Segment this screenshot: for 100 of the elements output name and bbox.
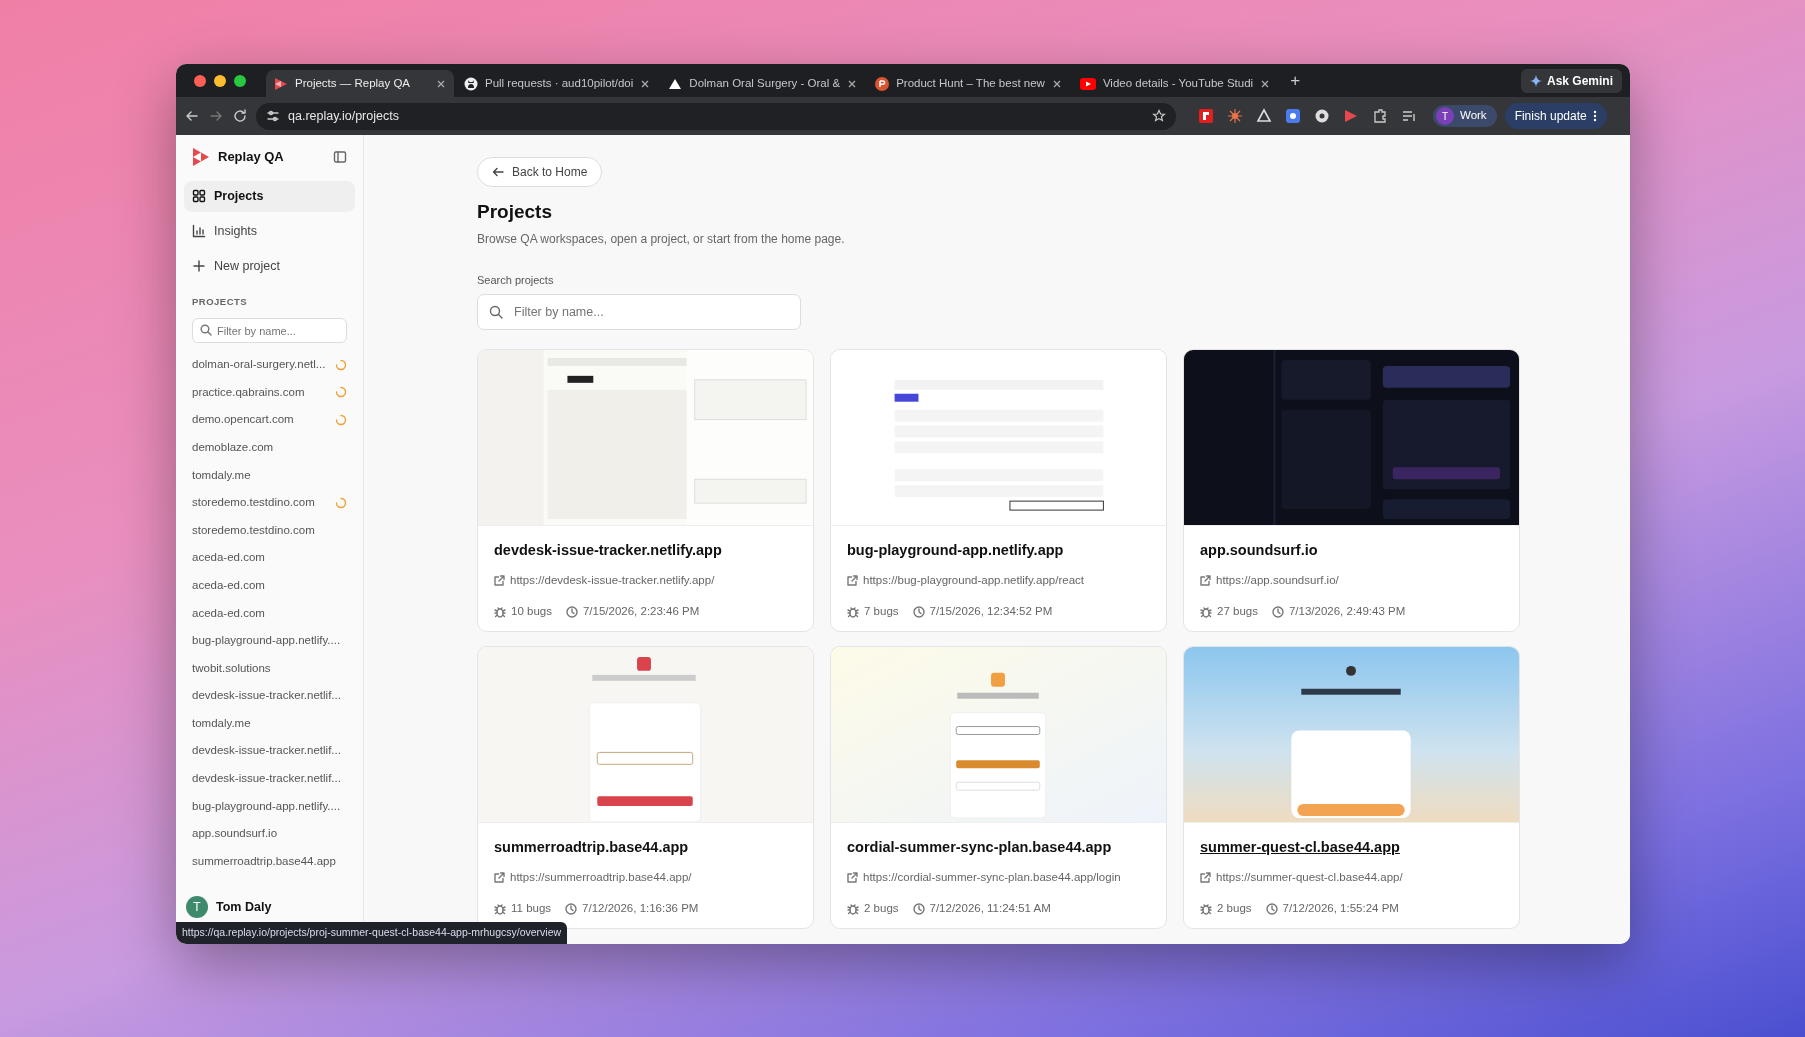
project-link[interactable]: devdesk-issue-tracker.netlif... [184,737,355,765]
project-link[interactable]: storedemo.testdino.com [184,488,355,517]
timestamp: 7/13/2026, 2:49:43 PM [1288,604,1406,620]
project-link[interactable]: aceda-ed.com [184,599,355,627]
p-circle-icon [875,76,890,91]
close-icon[interactable] [847,78,858,89]
project-url: https://devdesk-issue-tracker.netlify.app/ [510,573,715,589]
project-name[interactable]: app.soundsurf.io [1200,540,1503,563]
play-logo-icon [274,76,288,91]
nav-item[interactable]: Projects [184,181,355,212]
back-button[interactable]: Back to Home [477,157,603,187]
project-card[interactable]: app.soundsurf.io https://app.soundsurf.io/ 27 bugs 7/13/2026, 2:49:43 PM [1183,349,1520,633]
project-name[interactable]: devdesk-issue-tracker.netlify.app [494,540,797,563]
project-url: https://app.soundsurf.io/ [1216,573,1339,589]
project-link[interactable]: aceda-ed.com [184,571,355,600]
project-link[interactable]: tomdaly.me [184,709,355,738]
close-icon[interactable] [1260,78,1271,89]
square-icon[interactable] [1198,108,1214,124]
plus-icon [192,258,206,273]
browser-tab[interactable]: Pull requests · aud10pilot/doi [456,70,659,97]
project-link[interactable]: practice.qabrains.com [184,378,355,407]
new-tab-button[interactable]: + [1280,67,1311,94]
project-link[interactable]: dolman-oral-surgery.netl... [184,351,355,379]
search-field[interactable]: Filter by name... [477,294,801,331]
filter-field[interactable]: Filter by name... [192,318,347,343]
play-icon[interactable] [1343,108,1359,124]
project-name[interactable]: cordial-summer-sync-plan.base44.app [847,837,1150,860]
project-link[interactable]: demo.opencart.com [184,406,355,434]
bar-chart-icon [192,224,206,239]
circle-icon[interactable] [1314,108,1330,124]
timestamp: 7/12/2026, 1:55:24 PM [1282,901,1399,917]
minimize-button[interactable] [214,74,226,87]
search-icon [489,305,503,320]
project-link[interactable]: summerroadtrip.base44.app [184,847,355,876]
reload-icon[interactable] [232,108,248,124]
project-link[interactable]: storedemo.testdino.com [184,516,355,545]
project-link[interactable]: aceda-ed.com [184,544,355,572]
browser-tab[interactable]: Projects — Replay QA [266,70,454,97]
browser-tab[interactable]: Dolman Oral Surgery - Oral & [660,70,866,97]
update-button[interactable]: Finish update [1504,103,1607,129]
triangle-icon[interactable] [1256,108,1272,124]
external-link-icon [1200,575,1211,587]
close-icon[interactable] [436,78,446,89]
clock-icon [565,605,578,618]
grid-icon [192,189,206,204]
square-icon[interactable] [1285,108,1301,124]
gemini-button[interactable]: Ask Gemini [1520,68,1622,93]
close-icon[interactable] [640,78,651,89]
project-link[interactable]: tomdaly.me [184,461,355,489]
clock-icon [1265,902,1278,915]
browser-tab[interactable]: Product Hunt – The best new [867,70,1070,97]
project-card[interactable]: bug-playground-app.netlify.app https://bug-playground-app.netlify.app/react 7 bugs 7/15/2026, 12:34:52 PM [830,349,1167,633]
bug-icon [1200,605,1212,618]
puzzle-icon[interactable] [1372,108,1388,124]
project-name[interactable]: summerroadtrip.base44.app [494,837,797,860]
brand-name: Replay QA [218,148,284,167]
external-link-icon [494,575,505,587]
project-link[interactable]: app.soundsurf.io [184,820,355,848]
external-link-icon [1200,872,1211,884]
browser-tab[interactable]: Video details - YouTube Studi [1071,70,1279,97]
page-title: Projects [477,201,553,224]
address-bar[interactable]: qa.replay.io/projects [256,102,1176,130]
project-link[interactable]: twobit.solutions [184,654,355,683]
kebab-icon [1592,110,1597,122]
bug-count: 10 bugs [511,604,552,620]
bug-count: 2 bugs [864,901,899,917]
project-url: https://bug-playground-app.netlify.app/react [863,573,1084,589]
nav-item[interactable]: New project [184,250,355,282]
profile-button[interactable]: T Work [1433,105,1497,127]
project-name[interactable]: bug-playground-app.netlify.app [847,540,1150,563]
bug-icon [494,902,506,915]
site-settings-icon[interactable] [266,109,280,123]
project-link[interactable]: bug-playground-app.netlify.... [184,792,355,821]
bug-icon [847,605,859,618]
project-card[interactable]: devdesk-issue-tracker.netlify.app https://devdesk-issue-tracker.netlify.app/ 10 bugs 7/15/2026, 2:23:46 PM [477,349,814,633]
bug-count: 7 bugs [864,604,899,620]
user-avatar[interactable]: T [186,896,208,918]
project-card[interactable]: summer-quest-cl.base44.app https://summer-quest-cl.base44.app/ 2 bugs 7/12/2026, 1:55:24 PM [1183,646,1520,930]
bug-count: 2 bugs [1217,901,1252,917]
clock-icon [1271,605,1284,618]
project-link[interactable]: demoblaze.com [184,433,355,462]
sun-icon[interactable] [1227,108,1243,124]
project-card[interactable]: cordial-summer-sync-plan.base44.app https://cordial-summer-sync-plan.base44.app/login 2 bugs 7/12/2026, 11:24:51 AM [830,646,1167,930]
nav-item[interactable]: Insights [184,215,355,247]
bug-icon [494,605,506,618]
project-url: https://summerroadtrip.base44.app/ [510,870,692,886]
project-link[interactable]: devdesk-issue-tracker.netlif... [184,682,355,710]
close-window-button[interactable] [194,74,206,87]
timestamp: 7/12/2026, 1:16:36 PM [582,901,699,917]
zoom-button[interactable] [234,74,246,87]
project-link[interactable]: bug-playground-app.netlify.... [184,626,355,655]
project-name[interactable]: summer-quest-cl.base44.app [1200,837,1503,860]
project-link[interactable]: devdesk-issue-tracker.netlif... [184,764,355,793]
close-icon[interactable] [1051,78,1062,89]
clock-icon [912,605,925,618]
sparkle-icon [1529,74,1542,87]
star-icon[interactable] [1152,109,1166,123]
sidebar-toggle-icon[interactable] [333,150,347,164]
project-url: https://cordial-summer-sync-plan.base44.app/login [863,870,1121,886]
playlist-icon[interactable] [1401,108,1417,124]
